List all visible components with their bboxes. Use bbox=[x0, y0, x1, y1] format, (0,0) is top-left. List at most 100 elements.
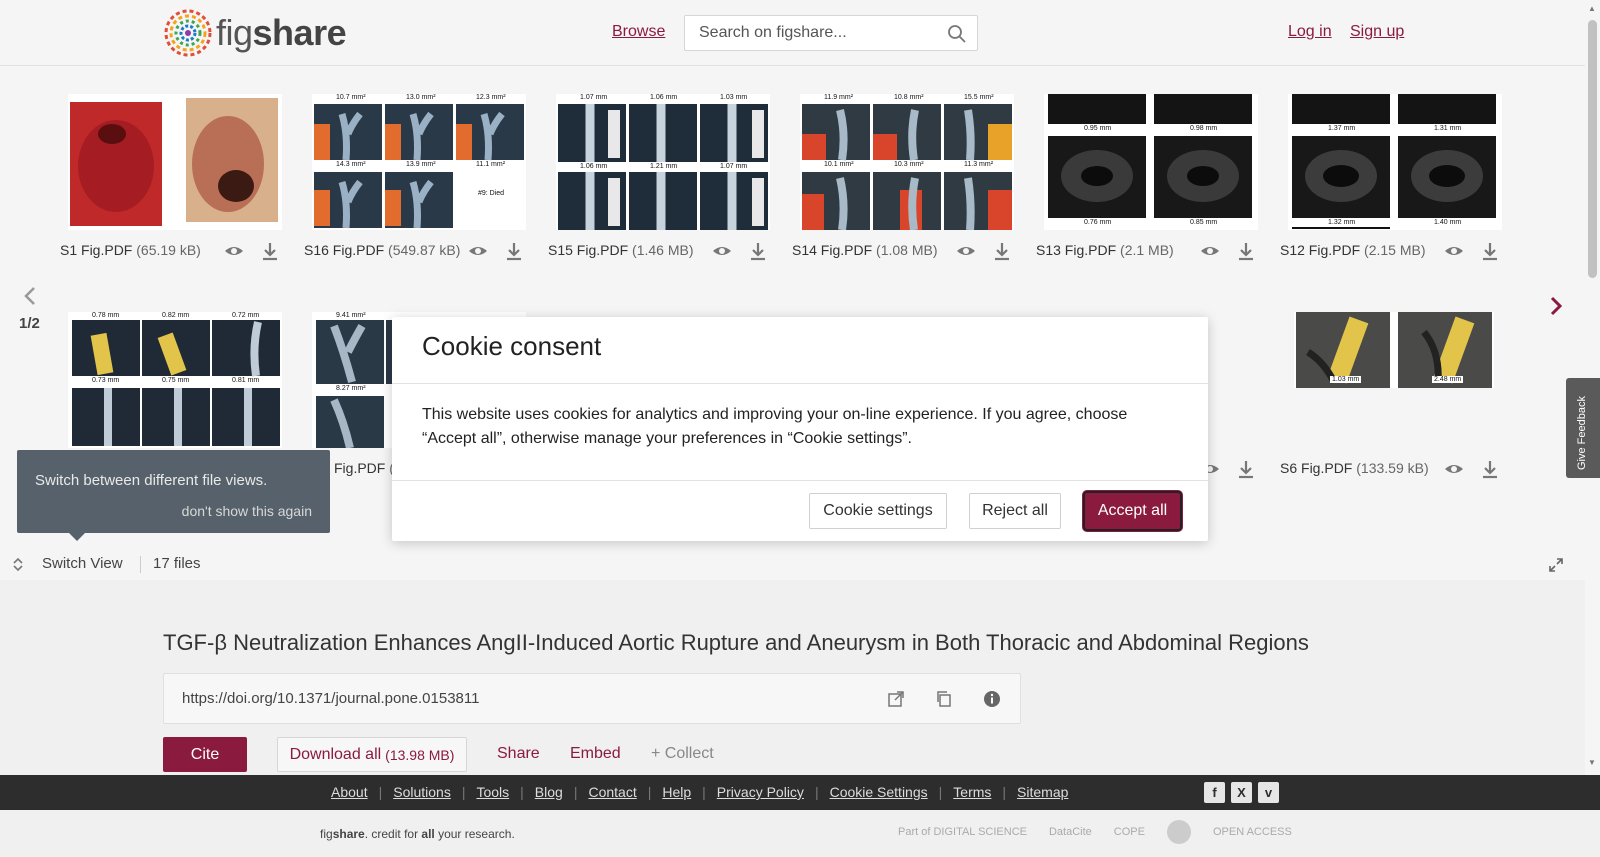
download-icon[interactable] bbox=[1480, 459, 1500, 479]
download-icon[interactable] bbox=[260, 241, 280, 261]
share-button[interactable]: Share bbox=[497, 745, 540, 763]
fullscreen-icon[interactable] bbox=[1548, 557, 1564, 573]
give-feedback-tab[interactable]: Give Feedback bbox=[1566, 378, 1600, 478]
thumb-label: 14.3 mm² bbox=[336, 161, 366, 168]
thumb-label: 10.7 mm² bbox=[336, 94, 366, 101]
thumb-label: 1.06 mm bbox=[580, 163, 608, 170]
cookie-settings-button[interactable]: Cookie settings bbox=[809, 493, 947, 529]
vimeo-icon[interactable]: v bbox=[1258, 782, 1279, 803]
file-tile[interactable]: 1.37 mm 1.31 mm 1.32 mm 1.40 mm S12 Fig.… bbox=[1280, 94, 1510, 294]
collect-button[interactable]: + Collect bbox=[651, 745, 714, 763]
download-all-button[interactable]: Download all (13.98 MB) bbox=[277, 737, 467, 772]
download-icon[interactable] bbox=[1236, 459, 1256, 479]
copy-icon[interactable] bbox=[934, 689, 954, 709]
footer-link-sitemap[interactable]: Sitemap bbox=[1006, 784, 1079, 800]
footer-link-contact[interactable]: Contact bbox=[577, 784, 647, 800]
file-tile[interactable]: 1.03 mm 2.48 mm S6 Fig.PDF (133.59 kB) bbox=[1280, 312, 1510, 512]
tooltip-text: Switch between different file views. bbox=[35, 472, 268, 489]
reject-all-button[interactable]: Reject all bbox=[969, 493, 1061, 529]
info-icon[interactable] bbox=[982, 689, 1002, 709]
file-tile[interactable]: 0.95 mm 0.98 mm 0.76 mm 0.85 mm S13 Fig.… bbox=[1036, 94, 1266, 294]
view-switch-tooltip: Switch between different file views. don… bbox=[17, 450, 330, 541]
datacite-logo[interactable]: DataCite bbox=[1049, 826, 1092, 838]
preview-eye-icon[interactable] bbox=[224, 241, 244, 261]
previous-page-icon[interactable] bbox=[20, 284, 40, 308]
preview-eye-icon[interactable] bbox=[956, 241, 976, 261]
preview-eye-icon[interactable] bbox=[1200, 241, 1220, 261]
file-thumbnail[interactable]: 0.95 mm 0.98 mm 0.76 mm 0.85 mm bbox=[1044, 94, 1258, 230]
cope-logo[interactable]: COPE bbox=[1114, 826, 1145, 838]
browse-link[interactable]: Browse bbox=[612, 23, 665, 41]
accept-all-button[interactable]: Accept all bbox=[1083, 491, 1182, 531]
article-title: TGF-β Neutralization Enhances AngII-Indu… bbox=[163, 630, 1309, 655]
thumb-label: 9.41 mm² bbox=[336, 312, 366, 319]
thumb-label: #9: Died bbox=[478, 190, 505, 197]
x-icon[interactable]: X bbox=[1231, 782, 1252, 803]
download-icon[interactable] bbox=[1236, 241, 1256, 261]
footer-link-tools[interactable]: Tools bbox=[465, 784, 520, 800]
footer-link-cookie-settings[interactable]: Cookie Settings bbox=[819, 784, 939, 800]
facebook-icon[interactable]: f bbox=[1204, 782, 1225, 803]
open-access-logo[interactable]: OPEN ACCESS bbox=[1213, 826, 1292, 838]
login-link[interactable]: Log in bbox=[1288, 23, 1332, 41]
thumb-label: 0.82 mm bbox=[162, 312, 190, 319]
download-icon[interactable] bbox=[504, 241, 524, 261]
footer-nav: About | Solutions | Tools | Blog | Contact | … bbox=[320, 784, 1079, 800]
footer-link-help[interactable]: Help bbox=[651, 784, 702, 800]
cite-button[interactable]: Cite bbox=[163, 737, 247, 772]
file-name: S1 Fig.PDF (65.19 kB) bbox=[60, 242, 201, 258]
cookie-dialog-title: Cookie consent bbox=[422, 331, 602, 361]
scroll-up-icon[interactable]: ▲ bbox=[1588, 4, 1596, 13]
download-icon[interactable] bbox=[992, 241, 1012, 261]
preview-eye-icon[interactable] bbox=[712, 241, 732, 261]
thumb-label: 1.32 mm bbox=[1328, 219, 1356, 226]
footer-link-terms[interactable]: Terms bbox=[942, 784, 1002, 800]
dont-show-again-link[interactable]: don't show this again bbox=[182, 503, 312, 519]
file-thumbnail[interactable]: 1.03 mm 2.48 mm bbox=[1294, 312, 1494, 388]
thumb-label: 13.9 mm² bbox=[406, 161, 436, 168]
thumb-label: 1.06 mm bbox=[650, 94, 678, 101]
file-thumbnail[interactable] bbox=[68, 94, 282, 230]
page-indicator: 1/2 bbox=[19, 315, 40, 332]
search-icon[interactable] bbox=[947, 24, 967, 44]
footer-link-privacy[interactable]: Privacy Policy bbox=[706, 784, 815, 800]
file-thumbnail[interactable]: 11.9 mm² 10.8 mm² 15.5 mm² 10.1 mm² 10.3… bbox=[800, 94, 1014, 230]
thumb-label: 2.48 mm bbox=[1432, 376, 1464, 383]
footer-link-about[interactable]: About bbox=[320, 784, 379, 800]
signup-link[interactable]: Sign up bbox=[1350, 23, 1404, 41]
download-icon[interactable] bbox=[748, 241, 768, 261]
search-box[interactable] bbox=[684, 15, 978, 51]
preview-eye-icon[interactable] bbox=[1444, 241, 1464, 261]
doi-link[interactable]: https://doi.org/10.1371/journal.pone.015… bbox=[182, 690, 479, 707]
digital-science-logo[interactable]: Part of DIGITAL SCIENCE bbox=[898, 826, 1027, 838]
file-thumbnail[interactable]: 1.37 mm 1.31 mm 1.32 mm 1.40 mm bbox=[1288, 94, 1502, 230]
switch-view-icon[interactable] bbox=[11, 557, 25, 571]
embed-button[interactable]: Embed bbox=[570, 745, 621, 763]
figshare-logo[interactable]: figshare bbox=[162, 8, 347, 58]
file-tile[interactable]: 1.07 mm 1.06 mm 1.03 mm 1.06 mm 1.21 mm … bbox=[548, 94, 778, 294]
thumb-label: 1.07 mm bbox=[580, 94, 608, 101]
file-thumbnail[interactable]: 1.07 mm 1.06 mm 1.03 mm 1.06 mm 1.21 mm … bbox=[556, 94, 770, 230]
file-tile[interactable]: 10.7 mm² 13.0 mm² 12.3 mm² 14.3 mm² 13.9… bbox=[304, 94, 534, 294]
thumb-label: 11.1 mm² bbox=[476, 161, 506, 168]
scroll-down-icon[interactable]: ▼ bbox=[1588, 758, 1596, 767]
footer-link-solutions[interactable]: Solutions bbox=[382, 784, 462, 800]
globe-logo-icon[interactable] bbox=[1166, 820, 1191, 844]
download-icon[interactable] bbox=[1480, 241, 1500, 261]
external-link-icon[interactable] bbox=[886, 689, 906, 709]
file-thumbnail[interactable]: 0.78 mm 0.82 mm 0.72 mm 0.73 mm 0.75 mm … bbox=[68, 312, 282, 448]
site-header: figshare Browse Log in Sign up bbox=[0, 0, 1600, 66]
scroll-thumb[interactable] bbox=[1588, 20, 1597, 278]
switch-view-button[interactable]: Switch View bbox=[42, 555, 123, 572]
search-input[interactable] bbox=[699, 24, 929, 42]
file-tile[interactable]: 11.9 mm² 10.8 mm² 15.5 mm² 10.1 mm² 10.3… bbox=[792, 94, 1022, 294]
next-page-icon[interactable] bbox=[1546, 294, 1566, 318]
file-name: S6 Fig.PDF (133.59 kB) bbox=[1280, 460, 1429, 476]
preview-eye-icon[interactable] bbox=[468, 241, 488, 261]
file-tile[interactable]: S1 Fig.PDF (65.19 kB) bbox=[60, 94, 290, 294]
footer-link-blog[interactable]: Blog bbox=[524, 784, 574, 800]
file-thumbnail[interactable]: 10.7 mm² 13.0 mm² 12.3 mm² 14.3 mm² 13.9… bbox=[312, 94, 526, 230]
file-name: S15 Fig.PDF (1.46 MB) bbox=[548, 242, 694, 258]
preview-eye-icon[interactable] bbox=[1444, 459, 1464, 479]
file-name: S13 Fig.PDF (2.1 MB) bbox=[1036, 242, 1174, 258]
